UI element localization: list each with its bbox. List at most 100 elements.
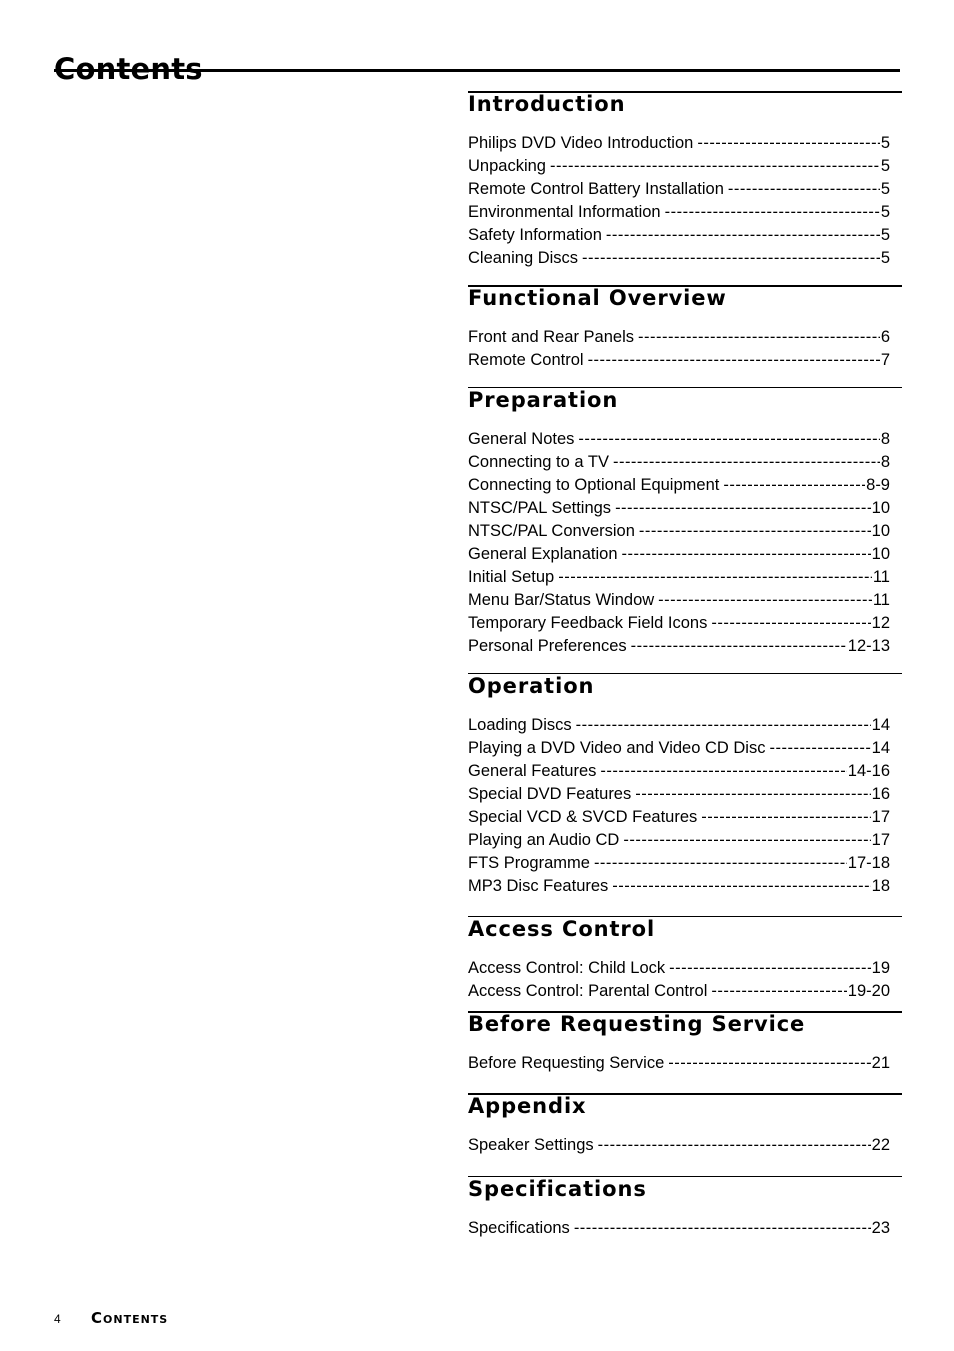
toc-entry[interactable]: General Notes 8	[468, 428, 890, 451]
toc-section-preparation: Preparation General Notes 8 Connecting to…	[468, 387, 902, 658]
toc-entry[interactable]: Special DVD Features 16	[468, 783, 890, 806]
toc-section-functional-overview: Functional Overview Front and Rear Panel…	[468, 285, 902, 372]
entry-label: Safety Information	[468, 226, 602, 245]
dot-leader	[658, 589, 872, 612]
toc-entry[interactable]: Safety Information 5	[468, 224, 890, 247]
entry-page-number: 5	[880, 226, 890, 245]
entry-list: Specifications 23	[468, 1217, 890, 1240]
entry-label: Front and Rear Panels	[468, 328, 635, 347]
section-heading: Operation	[468, 674, 595, 698]
dot-leader	[631, 635, 847, 658]
toc-entry[interactable]: Access Control: Child Lock 19	[468, 957, 890, 980]
entry-page-number: 5	[880, 134, 890, 153]
dot-leader	[594, 852, 847, 875]
section-heading: Appendix	[468, 1094, 587, 1118]
toc-entry[interactable]: General Features 14-16	[468, 760, 890, 783]
dot-leader	[711, 612, 870, 635]
dot-leader	[582, 247, 880, 270]
dot-leader	[600, 760, 846, 783]
entry-label: Before Requesting Service	[468, 1054, 665, 1073]
entry-label: MP3 Disc Features	[468, 877, 609, 896]
dot-leader	[723, 474, 865, 497]
toc-entry[interactable]: Environmental Information 5	[468, 201, 890, 224]
entry-label: Environmental Information	[468, 203, 661, 222]
dot-leader	[669, 957, 870, 980]
toc-entry[interactable]: Before Requesting Service 21	[468, 1052, 890, 1075]
entry-label: Playing a DVD Video and Video CD Disc	[468, 739, 766, 758]
dot-leader	[701, 806, 870, 829]
entry-list: Front and Rear Panels 6 Remote Control 7	[468, 326, 890, 372]
footer-page-number: 4	[54, 1312, 61, 1326]
toc-entry[interactable]: Initial Setup 11	[468, 566, 890, 589]
dot-leader	[574, 1217, 871, 1240]
title-rule	[54, 69, 900, 72]
entry-page-number: 7	[880, 351, 890, 370]
toc-entry[interactable]: Loading Discs 14	[468, 714, 890, 737]
entry-label: Access Control: Child Lock	[468, 959, 666, 978]
dot-leader	[558, 566, 872, 589]
toc-entry[interactable]: Cleaning Discs 5	[468, 247, 890, 270]
toc-entry[interactable]: Remote Control 7	[468, 349, 890, 372]
dot-leader	[711, 980, 846, 1003]
entry-list: General Notes 8 Connecting to a TV 8 Conne…	[468, 428, 890, 658]
dot-leader	[639, 520, 871, 543]
toc-entry[interactable]: FTS Programme 17-18	[468, 852, 890, 875]
dot-leader	[578, 428, 879, 451]
toc-entry[interactable]: NTSC/PAL Conversion 10	[468, 520, 890, 543]
toc-entry[interactable]: Connecting to Optional Equipment 8-9	[468, 474, 890, 497]
entry-label: Special VCD & SVCD Features	[468, 808, 698, 827]
entry-page-number: 21	[871, 1054, 890, 1073]
toc-entry[interactable]: Playing a DVD Video and Video CD Disc 14	[468, 737, 890, 760]
toc-entry[interactable]: General Explanation 10	[468, 543, 890, 566]
toc-entry[interactable]: Menu Bar/Status Window 11	[468, 589, 890, 612]
section-heading: Introduction	[468, 92, 626, 116]
entry-page-number: 16	[871, 785, 890, 804]
toc-entry[interactable]: MP3 Disc Features 18	[468, 875, 890, 898]
dot-leader	[612, 875, 870, 898]
toc-entry[interactable]: Temporary Feedback Field Icons 12	[468, 612, 890, 635]
entry-label: Unpacking	[468, 157, 546, 176]
entry-label: Temporary Feedback Field Icons	[468, 614, 708, 633]
toc-entry[interactable]: NTSC/PAL Settings 10	[468, 497, 890, 520]
dot-leader	[638, 326, 880, 349]
entry-label: Menu Bar/Status Window	[468, 591, 655, 610]
section-heading: Functional Overview	[468, 286, 727, 310]
page-footer: 4 Contents	[54, 1309, 168, 1327]
entry-label: Specifications	[468, 1219, 570, 1238]
entry-page-number: 14	[871, 739, 890, 758]
toc-entry[interactable]: Access Control: Parental Control 19-20	[468, 980, 890, 1003]
entry-page-number: 10	[871, 545, 890, 564]
dot-leader	[769, 737, 870, 760]
toc-section-operation: Operation Loading Discs 14 Playing a DVD …	[468, 673, 902, 898]
entry-label: Special DVD Features	[468, 785, 632, 804]
dot-leader	[606, 224, 880, 247]
toc-entry[interactable]: Personal Preferences 12-13	[468, 635, 890, 658]
entry-label: NTSC/PAL Settings	[468, 499, 612, 518]
toc-section-appendix: Appendix Speaker Settings 22	[468, 1093, 902, 1157]
dot-leader	[588, 349, 880, 372]
toc-entry[interactable]: Special VCD & SVCD Features 17	[468, 806, 890, 829]
entry-page-number: 23	[871, 1219, 890, 1238]
toc-entry[interactable]: Connecting to a TV 8	[468, 451, 890, 474]
entry-page-number: 14	[871, 716, 890, 735]
entry-page-number: 18	[871, 877, 890, 896]
toc-entry[interactable]: Speaker Settings 22	[468, 1134, 890, 1157]
toc-entry[interactable]: Playing an Audio CD 17	[468, 829, 890, 852]
entry-page-number: 17	[871, 831, 890, 850]
entry-page-number: 12-13	[847, 637, 890, 656]
toc-entry[interactable]: Unpacking 5	[468, 155, 890, 178]
toc-entry[interactable]: Specifications 23	[468, 1217, 890, 1240]
toc-entry[interactable]: Philips DVD Video Introduction 5	[468, 132, 890, 155]
dot-leader	[623, 829, 870, 852]
toc-entry[interactable]: Front and Rear Panels 6	[468, 326, 890, 349]
entry-label: General Features	[468, 762, 597, 781]
toc-entry[interactable]: Remote Control Battery Installation 5	[468, 178, 890, 201]
dot-leader	[598, 1134, 871, 1157]
dot-leader	[576, 714, 871, 737]
dot-leader	[613, 451, 880, 474]
entry-label: Playing an Audio CD	[468, 831, 620, 850]
entry-page-number: 17-18	[847, 854, 890, 873]
entry-page-number: 11	[872, 568, 890, 587]
entry-page-number: 22	[871, 1136, 890, 1155]
toc-section-access-control: Access Control Access Control: Child Loc…	[468, 916, 902, 1003]
